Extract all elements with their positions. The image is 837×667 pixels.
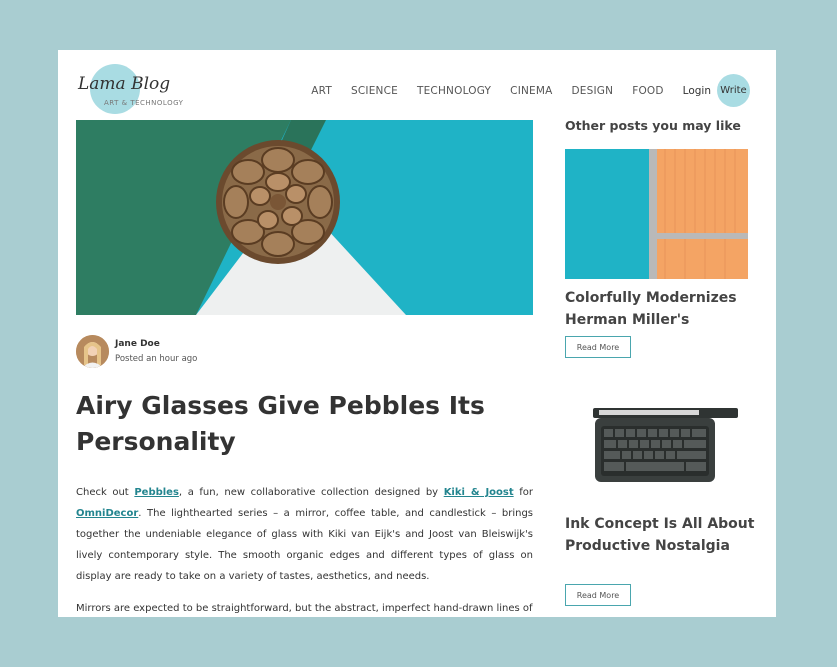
read-more-button-2[interactable]: Read More bbox=[565, 584, 631, 606]
login-link[interactable]: Login bbox=[683, 85, 711, 97]
sidebar-post-image-2[interactable] bbox=[565, 390, 748, 500]
link-pebbles[interactable]: Pebbles bbox=[134, 487, 179, 498]
logo-title: Lama Blog bbox=[78, 74, 171, 94]
author-name[interactable]: Jane Doe bbox=[115, 339, 197, 349]
paragraph-text: . The lighthearted series – a mirror, co… bbox=[76, 508, 533, 582]
nav-item-food[interactable]: FOOD bbox=[632, 85, 663, 97]
post-time: Posted an hour ago bbox=[115, 354, 198, 364]
sidebar-post-title-1[interactable]: Colorfully Modernizes Herman Miller's bbox=[565, 287, 755, 331]
sidebar-heading: Other posts you may like bbox=[565, 118, 741, 133]
sidebar-post-image-1[interactable] bbox=[565, 149, 748, 279]
avatar-image bbox=[76, 335, 109, 368]
link-kiki-joost[interactable]: Kiki & Joost bbox=[444, 487, 514, 498]
post-title: Airy Glasses Give Pebbles Its Personalit… bbox=[76, 391, 485, 456]
logo[interactable]: Lama Blog ART & TECHNOLOGY bbox=[76, 60, 183, 114]
paragraph-text: , a fun, new collaborative collection de… bbox=[178, 487, 444, 498]
nav-item-design[interactable]: DESIGN bbox=[572, 85, 614, 97]
nav-item-cinema[interactable]: CINEMA bbox=[510, 85, 552, 97]
blog-page: Lama Blog ART & TECHNOLOGY ART SCIENCE T… bbox=[58, 50, 776, 617]
post-paragraph-2: Mirrors are expected to be straightforwa… bbox=[76, 603, 533, 614]
pinecone-image bbox=[76, 120, 533, 315]
paragraph-text: for bbox=[513, 487, 533, 498]
colorful-cabinet-image bbox=[565, 149, 748, 279]
read-more-button-1[interactable]: Read More bbox=[565, 336, 631, 358]
nav-item-science[interactable]: SCIENCE bbox=[351, 85, 398, 97]
nav-item-art[interactable]: ART bbox=[311, 85, 332, 97]
post-hero-image bbox=[76, 120, 533, 315]
link-omnidecor[interactable]: OmniDecor bbox=[76, 508, 138, 519]
author-avatar[interactable] bbox=[76, 335, 109, 368]
author-info: Jane Doe Posted an hour ago bbox=[115, 339, 197, 364]
post-author: Jane Doe Posted an hour ago bbox=[76, 335, 197, 368]
logo-subtitle: ART & TECHNOLOGY bbox=[104, 99, 184, 107]
sidebar-post-title-2[interactable]: Ink Concept Is All About Productive Nost… bbox=[565, 513, 755, 557]
write-button[interactable]: Write bbox=[717, 74, 750, 107]
top-nav: ART SCIENCE TECHNOLOGY CINEMA DESIGN FOO… bbox=[292, 74, 750, 107]
post-paragraph-1: Check out Pebbles, a fun, new collaborat… bbox=[76, 482, 533, 587]
nav-item-technology[interactable]: TECHNOLOGY bbox=[417, 85, 491, 97]
typewriter-keyboard-image bbox=[565, 390, 748, 500]
paragraph-text: Check out bbox=[76, 487, 135, 498]
